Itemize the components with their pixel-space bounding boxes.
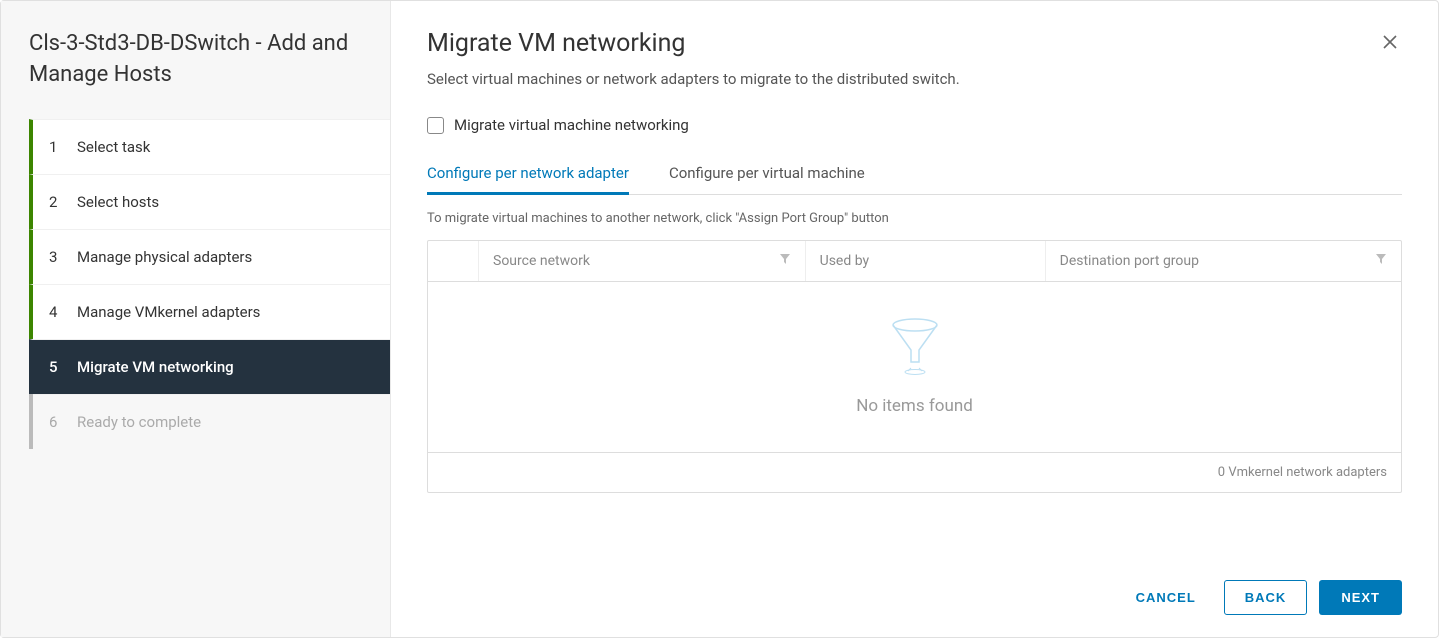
wizard-sidebar: Cls-3-Std3-DB-DSwitch - Add and Manage H…: [1, 1, 391, 637]
col-label: Used by: [820, 253, 870, 269]
step-select-task[interactable]: 1 Select task: [29, 119, 390, 174]
wizard-dialog: Cls-3-Std3-DB-DSwitch - Add and Manage H…: [0, 0, 1439, 638]
tab-per-virtual-machine[interactable]: Configure per virtual machine: [669, 154, 865, 195]
col-label: Source network: [493, 253, 590, 269]
page-subtitle: Select virtual machines or network adapt…: [427, 70, 960, 88]
step-label: Migrate VM networking: [77, 358, 234, 376]
step-list: 1 Select task 2 Select hosts 3 Manage ph…: [29, 119, 390, 449]
funnel-icon: [889, 318, 941, 382]
back-button[interactable]: BACK: [1224, 580, 1308, 615]
step-number: 5: [49, 358, 67, 376]
cancel-button[interactable]: CANCEL: [1120, 580, 1212, 615]
step-ready-to-complete: 6 Ready to complete: [33, 394, 390, 449]
col-destination-port-group[interactable]: Destination port group: [1045, 241, 1401, 281]
step-number: 1: [49, 138, 67, 156]
tab-per-network-adapter[interactable]: Configure per network adapter: [427, 154, 629, 195]
step-number: 2: [49, 193, 67, 211]
wizard-title: Cls-3-Std3-DB-DSwitch - Add and Manage H…: [1, 29, 390, 119]
col-used-by[interactable]: Used by: [805, 241, 1045, 281]
step-label: Ready to complete: [77, 413, 201, 431]
step-migrate-vm-networking[interactable]: 5 Migrate VM networking: [29, 339, 390, 394]
col-source-network[interactable]: Source network: [478, 241, 805, 281]
step-label: Manage VMkernel adapters: [77, 303, 260, 321]
col-label: Destination port group: [1060, 253, 1199, 269]
main-content: Migrate VM networking Select virtual mac…: [391, 1, 1438, 637]
step-manage-vmkernel-adapters[interactable]: 4 Manage VMkernel adapters: [29, 284, 390, 339]
filter-icon[interactable]: [1375, 253, 1387, 269]
step-label: Select task: [77, 138, 150, 156]
main-header: Migrate VM networking Select virtual mac…: [427, 29, 1402, 116]
migrate-checkbox-label: Migrate virtual machine networking: [454, 116, 689, 134]
step-number: 4: [49, 303, 67, 321]
migrate-checkbox-row: Migrate virtual machine networking: [427, 116, 1402, 134]
filter-icon[interactable]: [779, 253, 791, 269]
table-footer: 0 Vmkernel network adapters: [428, 452, 1401, 492]
migrate-checkbox[interactable]: [427, 117, 444, 134]
adapters-table: Source network Used by Destination port …: [427, 240, 1402, 493]
table-header: Source network Used by Destination port …: [428, 241, 1401, 282]
button-row: CANCEL BACK NEXT: [427, 554, 1402, 615]
table-body: No items found: [428, 282, 1401, 452]
step-number: 3: [49, 248, 67, 266]
step-label: Select hosts: [77, 193, 159, 211]
col-checkbox: [428, 241, 478, 281]
empty-state-text: No items found: [856, 396, 973, 416]
step-select-hosts[interactable]: 2 Select hosts: [29, 174, 390, 229]
step-label: Manage physical adapters: [77, 248, 252, 266]
page-title: Migrate VM networking: [427, 29, 960, 58]
config-tabs: Configure per network adapter Configure …: [427, 154, 1402, 195]
step-number: 6: [49, 413, 67, 431]
next-button[interactable]: NEXT: [1319, 580, 1402, 615]
migration-hint: To migrate virtual machines to another n…: [427, 211, 1402, 226]
step-manage-physical-adapters[interactable]: 3 Manage physical adapters: [29, 229, 390, 284]
close-icon[interactable]: [1378, 29, 1402, 57]
